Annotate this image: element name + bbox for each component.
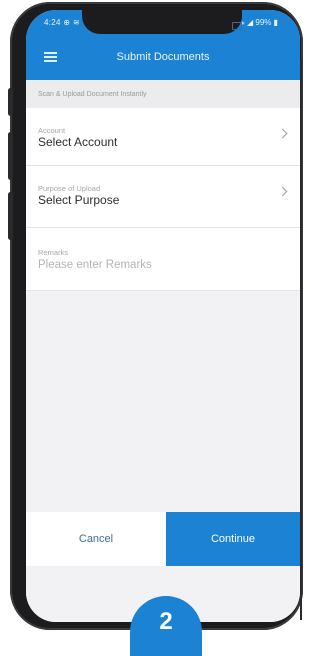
phone-side-button — [8, 88, 13, 116]
page-title: Submit Documents — [116, 51, 210, 63]
section-hint: Scan & Upload Document Instantly — [26, 80, 300, 108]
remarks-field[interactable]: Remarks Please enter Remarks — [26, 228, 300, 291]
action-footer: Cancel Continue — [26, 512, 300, 566]
cancel-button[interactable]: Cancel — [26, 512, 166, 566]
section-hint-text: Scan & Upload Document Instantly — [38, 91, 147, 98]
account-value: Select Account — [38, 135, 118, 149]
purpose-label: Purpose of Upload — [38, 184, 101, 193]
purpose-value: Select Purpose — [38, 193, 120, 207]
account-selector[interactable]: Account Select Account — [26, 108, 300, 166]
continue-button[interactable]: Continue — [166, 512, 300, 566]
status-time: 4:24 ⊕ ≋ — [44, 18, 80, 27]
remarks-input[interactable]: Please enter Remarks — [38, 259, 152, 271]
remarks-label: Remarks — [38, 248, 69, 257]
app-bar: Submit Documents — [26, 36, 300, 80]
chevron-right-icon — [277, 128, 288, 139]
account-label: Account — [38, 126, 66, 135]
notch-sensor-icon — [232, 22, 242, 30]
chevron-right-icon — [277, 186, 288, 197]
status-indicators: ⁎ ◢ 99% ▮ — [240, 18, 278, 27]
camera-notch — [82, 10, 242, 34]
phone-screen: 4:24 ⊕ ≋ ⁎ ◢ 99% ▮ Submit Documents Scan… — [26, 10, 300, 622]
phone-volume-down-button — [8, 192, 13, 240]
purpose-selector[interactable]: Purpose of Upload Select Purpose — [26, 166, 300, 228]
phone-edge — [300, 60, 302, 620]
phone-volume-up-button — [8, 132, 13, 180]
